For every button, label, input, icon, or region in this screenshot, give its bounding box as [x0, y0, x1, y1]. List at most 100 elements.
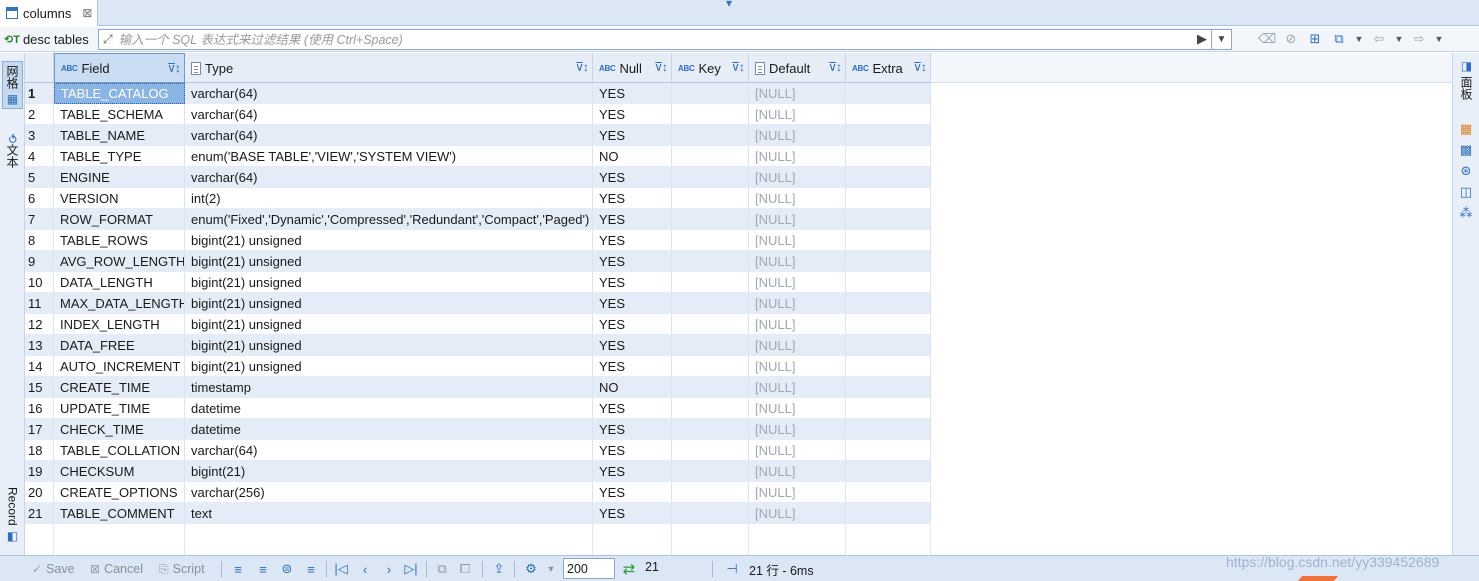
key-cell[interactable] [672, 251, 749, 272]
table-row[interactable]: 13 DATA_FREE bigint(21) unsigned YES [NULL] [25, 335, 931, 356]
column-filter-icon[interactable]: ⊽↕ [654, 60, 668, 74]
row-number-cell[interactable]: 18 [25, 440, 54, 461]
default-cell[interactable]: [NULL] [749, 335, 846, 356]
null-cell[interactable]: YES [593, 503, 672, 524]
tab-grid[interactable]: 网格 ▦ [2, 61, 23, 109]
field-cell[interactable]: TABLE_COMMENT [54, 503, 185, 524]
script-button[interactable]: ⎘ Script [159, 559, 205, 579]
type-cell[interactable]: enum('BASE TABLE','VIEW','SYSTEM VIEW') [185, 146, 593, 167]
extra-cell[interactable] [846, 314, 931, 335]
row-number-cell[interactable]: 9 [25, 251, 54, 272]
table-row[interactable]: 21 TABLE_COMMENT text YES [NULL] [25, 503, 931, 524]
extra-cell[interactable] [846, 83, 931, 104]
extra-cell[interactable] [846, 356, 931, 377]
null-cell[interactable]: YES [593, 188, 672, 209]
column-header-type[interactable]: Type ⊽↕ [185, 53, 593, 83]
key-cell[interactable] [672, 461, 749, 482]
column-filter-icon[interactable]: ⊽↕ [167, 61, 181, 75]
key-cell[interactable] [672, 398, 749, 419]
key-cell[interactable] [672, 209, 749, 230]
extra-cell[interactable] [846, 440, 931, 461]
column-header-field[interactable]: ABC Field ⊽↕ [54, 53, 185, 83]
tab-text[interactable]: ⟲ 文本 [2, 125, 23, 173]
column-header-key[interactable]: ABC Key ⊽↕ [672, 53, 749, 83]
extra-cell[interactable] [846, 482, 931, 503]
fetch-all-icon[interactable]: ⧠ [456, 559, 474, 579]
type-cell[interactable]: bigint(21) unsigned [185, 293, 593, 314]
row-number-header[interactable] [25, 53, 54, 83]
row-number-cell[interactable]: 4 [25, 146, 54, 167]
field-cell[interactable]: CHECK_TIME [54, 419, 185, 440]
row-number-cell[interactable]: 8 [25, 230, 54, 251]
query-label[interactable]: ⟲T desc tables [4, 30, 89, 49]
fetch-size-input[interactable] [563, 558, 615, 579]
extra-cell[interactable] [846, 230, 931, 251]
close-tab-icon[interactable]: ⊠ [82, 6, 92, 20]
null-cell[interactable]: YES [593, 398, 672, 419]
row-number-cell[interactable]: 13 [25, 335, 54, 356]
extra-cell[interactable] [846, 104, 931, 125]
default-cell[interactable]: [NULL] [749, 230, 846, 251]
extra-cell[interactable] [846, 419, 931, 440]
eraser-icon[interactable]: ⌫ [1258, 29, 1276, 49]
extra-cell[interactable] [846, 125, 931, 146]
row-number-cell[interactable]: 3 [25, 125, 54, 146]
previous-page-icon[interactable]: ‹ [356, 559, 374, 579]
references-icon[interactable]: ⁂ [1458, 205, 1474, 221]
table-row[interactable]: 15 CREATE_TIME timestamp NO [NULL] [25, 377, 931, 398]
default-cell[interactable]: [NULL] [749, 314, 846, 335]
edit-icon[interactable]: ≡ [229, 559, 247, 579]
type-cell[interactable]: varchar(64) [185, 104, 593, 125]
tab-columns[interactable]: columns ⊠ [0, 0, 98, 26]
field-cell[interactable]: ENGINE [54, 167, 185, 188]
row-number-cell[interactable]: 19 [25, 461, 54, 482]
field-cell[interactable]: TABLE_SCHEMA [54, 104, 185, 125]
column-header-extra[interactable]: ABC Extra ⊽↕ [846, 53, 931, 83]
default-cell[interactable]: [NULL] [749, 251, 846, 272]
row-number-cell[interactable]: 20 [25, 482, 54, 503]
last-page-icon[interactable]: ▷| [402, 559, 420, 579]
type-cell[interactable]: bigint(21) [185, 461, 593, 482]
null-cell[interactable]: YES [593, 419, 672, 440]
default-cell[interactable]: [NULL] [749, 419, 846, 440]
table-row[interactable]: 19 CHECKSUM bigint(21) YES [NULL] [25, 461, 931, 482]
field-cell[interactable]: AUTO_INCREMENT [54, 356, 185, 377]
field-cell[interactable]: DATA_FREE [54, 335, 185, 356]
null-cell[interactable]: YES [593, 440, 672, 461]
null-cell[interactable]: NO [593, 377, 672, 398]
field-cell[interactable]: TABLE_CATALOG [54, 83, 185, 104]
null-cell[interactable]: YES [593, 125, 672, 146]
field-cell[interactable]: INDEX_LENGTH [54, 314, 185, 335]
column-filter-icon[interactable]: ⊽↕ [913, 60, 927, 74]
column-filter-icon[interactable]: ⊽↕ [731, 60, 745, 74]
row-number-cell[interactable]: 6 [25, 188, 54, 209]
type-cell[interactable]: varchar(64) [185, 440, 593, 461]
null-cell[interactable]: YES [593, 230, 672, 251]
key-cell[interactable] [672, 314, 749, 335]
type-cell[interactable]: bigint(21) unsigned [185, 251, 593, 272]
row-number-cell[interactable]: 10 [25, 272, 54, 293]
key-cell[interactable] [672, 356, 749, 377]
refresh-icon[interactable]: ⇄ [620, 559, 638, 579]
type-cell[interactable]: int(2) [185, 188, 593, 209]
field-cell[interactable]: AVG_ROW_LENGTH [54, 251, 185, 272]
type-cell[interactable]: bigint(21) unsigned [185, 230, 593, 251]
table-row[interactable]: 2 TABLE_SCHEMA varchar(64) YES [NULL] [25, 104, 931, 125]
default-cell[interactable]: [NULL] [749, 461, 846, 482]
table-row[interactable]: 16 UPDATE_TIME datetime YES [NULL] [25, 398, 931, 419]
fetch-next-icon[interactable]: ⧉ [433, 559, 451, 579]
type-cell[interactable]: varchar(64) [185, 167, 593, 188]
default-cell[interactable]: [NULL] [749, 398, 846, 419]
type-cell[interactable]: varchar(64) [185, 125, 593, 146]
row-number-cell[interactable]: 7 [25, 209, 54, 230]
extra-cell[interactable] [846, 272, 931, 293]
row-number-cell[interactable]: 5 [25, 167, 54, 188]
field-cell[interactable]: TABLE_NAME [54, 125, 185, 146]
key-cell[interactable] [672, 335, 749, 356]
save-button[interactable]: ✓ Save [32, 559, 75, 579]
add-row-icon[interactable]: ≡ [254, 559, 272, 579]
type-cell[interactable]: varchar(64) [185, 83, 593, 104]
row-number-cell[interactable]: 17 [25, 419, 54, 440]
null-cell[interactable]: YES [593, 83, 672, 104]
row-number-cell[interactable]: 11 [25, 293, 54, 314]
